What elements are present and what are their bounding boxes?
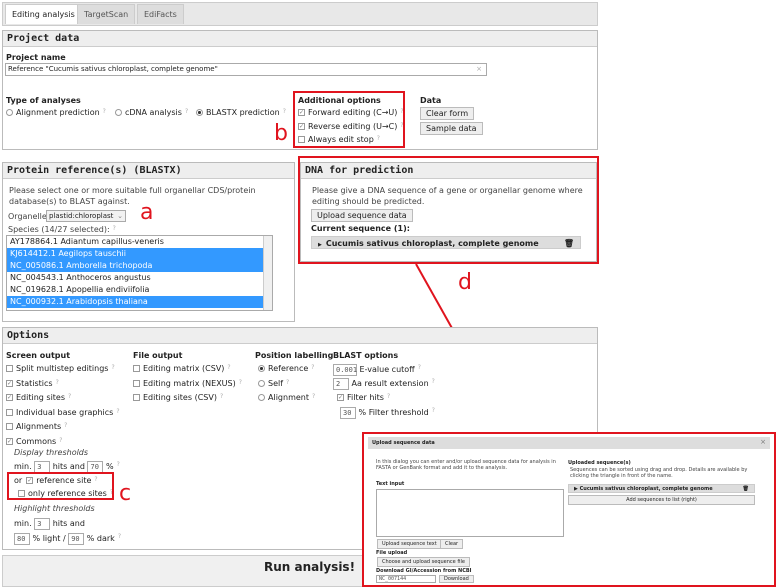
- highlight-percent-row: 80 % light / 90 % dark?: [14, 533, 121, 545]
- checkbox-icon: [133, 379, 140, 387]
- option-label: Self: [268, 378, 284, 388]
- option-label: Commons: [16, 436, 57, 446]
- option-label: Statistics: [16, 378, 53, 388]
- close-icon[interactable]: ×: [760, 438, 766, 446]
- highlight-hits-row: min. 3 hits and: [14, 518, 85, 530]
- checkbox-option[interactable]: Individual base graphics?: [6, 408, 120, 417]
- dialog-title: Upload sequence data: [368, 437, 770, 449]
- checkbox-option[interactable]: Editing sites (CSV)?: [133, 393, 223, 402]
- option-label: Editing matrix (CSV): [143, 364, 225, 373]
- option-label: Individual base graphics: [16, 407, 114, 417]
- option-label: Reference: [268, 364, 309, 373]
- panel-header: Options: [3, 328, 597, 344]
- filter-threshold-row: 30 % Filter threshold?: [340, 407, 435, 419]
- checkbox-icon: [6, 408, 13, 416]
- radio-icon: [258, 379, 265, 387]
- checkbox-icon: ✓: [337, 394, 344, 401]
- highlight-box-c: [7, 472, 114, 500]
- option-label: Alignment: [268, 393, 309, 402]
- text-input-label: Text input: [376, 481, 405, 487]
- evalue-row: 0.001 E-value cutoff?: [333, 364, 421, 376]
- add-sequences-button[interactable]: Add sequences to list (right): [568, 495, 755, 505]
- choose-file-button[interactable]: Choose and upload sequence file: [377, 557, 470, 567]
- filter-threshold-input[interactable]: 30: [340, 407, 356, 419]
- option-label: Alignments: [16, 422, 62, 431]
- evalue-input[interactable]: 0.001: [333, 364, 357, 376]
- radio-option[interactable]: Self?: [258, 379, 289, 388]
- download-button[interactable]: Download: [439, 575, 474, 583]
- dark-input[interactable]: 90: [68, 533, 85, 545]
- trash-icon[interactable]: 🗑: [743, 486, 749, 492]
- radio-icon: [258, 365, 265, 372]
- file-output-label: File output: [133, 351, 183, 360]
- checkbox-option[interactable]: Editing matrix (CSV)?: [133, 364, 231, 373]
- radio-icon: [258, 394, 265, 401]
- aa-extension-row: 2 Aa result extension?: [333, 378, 435, 390]
- display-thresholds-label: Display thresholds: [14, 448, 89, 457]
- checkbox-option[interactable]: ✓ Commons?: [6, 437, 62, 446]
- blast-options-label: BLAST options: [333, 351, 399, 360]
- checkbox-icon: ✓: [6, 394, 13, 401]
- highlight-thresholds-label: Highlight thresholds: [14, 504, 95, 513]
- ncbi-label: Download GI/Accession from NCBI: [376, 568, 472, 574]
- option-label: Editing matrix (NEXUS): [143, 378, 236, 388]
- screen-output-label: Screen output: [6, 351, 71, 360]
- uploaded-sequences-label: Uploaded sequence(s): [568, 460, 631, 466]
- file-upload-label: File upload: [376, 550, 408, 556]
- checkbox-option[interactable]: Split multistep editings?: [6, 364, 115, 373]
- text-input-area[interactable]: [376, 489, 564, 537]
- checkbox-filter-hits[interactable]: ✓ Filter hits?: [337, 393, 390, 402]
- uploaded-description: Sequences can be sorted using drag and d…: [570, 467, 748, 479]
- checkbox-option[interactable]: ✓ Statistics?: [6, 379, 59, 388]
- position-labelling-label: Position labelling: [255, 351, 334, 360]
- option-label: Editing sites: [16, 393, 66, 402]
- checkbox-icon: [133, 365, 140, 372]
- highlight-hits-input[interactable]: 3: [34, 518, 51, 530]
- checkbox-icon: ✓: [6, 379, 13, 387]
- dialog-intro: In this dialog you can enter and/or uplo…: [376, 459, 556, 471]
- checkbox-icon: [6, 365, 13, 372]
- checkbox-option[interactable]: ✓ Editing sites?: [6, 393, 71, 402]
- option-label: Editing sites (CSV): [143, 393, 217, 402]
- clear-button[interactable]: Clear: [440, 539, 464, 549]
- uploaded-sequence-item[interactable]: ▶ Cucumis sativus chloroplast, complete …: [568, 484, 755, 493]
- ncbi-accession-input[interactable]: NC_007144: [376, 575, 436, 583]
- upload-sequence-text-button[interactable]: Upload sequence text: [377, 539, 442, 549]
- checkbox-icon: [6, 423, 13, 430]
- checkbox-icon: ✓: [6, 437, 13, 445]
- sequence-name: Cucumis sativus chloroplast, complete ge…: [579, 486, 713, 492]
- upload-sequence-dialog: Upload sequence data × In this dialog yo…: [362, 432, 776, 587]
- checkbox-icon: [133, 394, 140, 401]
- radio-option[interactable]: Alignment?: [258, 393, 315, 402]
- checkbox-option[interactable]: Editing matrix (NEXUS)?: [133, 379, 242, 388]
- run-analysis-button[interactable]: Run analysis!: [264, 560, 355, 574]
- checkbox-option[interactable]: Alignments?: [6, 422, 67, 431]
- annotation-c: c: [119, 481, 132, 506]
- option-label: Split multistep editings: [16, 364, 109, 373]
- radio-option[interactable]: Reference?: [258, 364, 314, 373]
- light-input[interactable]: 80: [14, 533, 30, 545]
- aa-extension-input[interactable]: 2: [333, 378, 349, 390]
